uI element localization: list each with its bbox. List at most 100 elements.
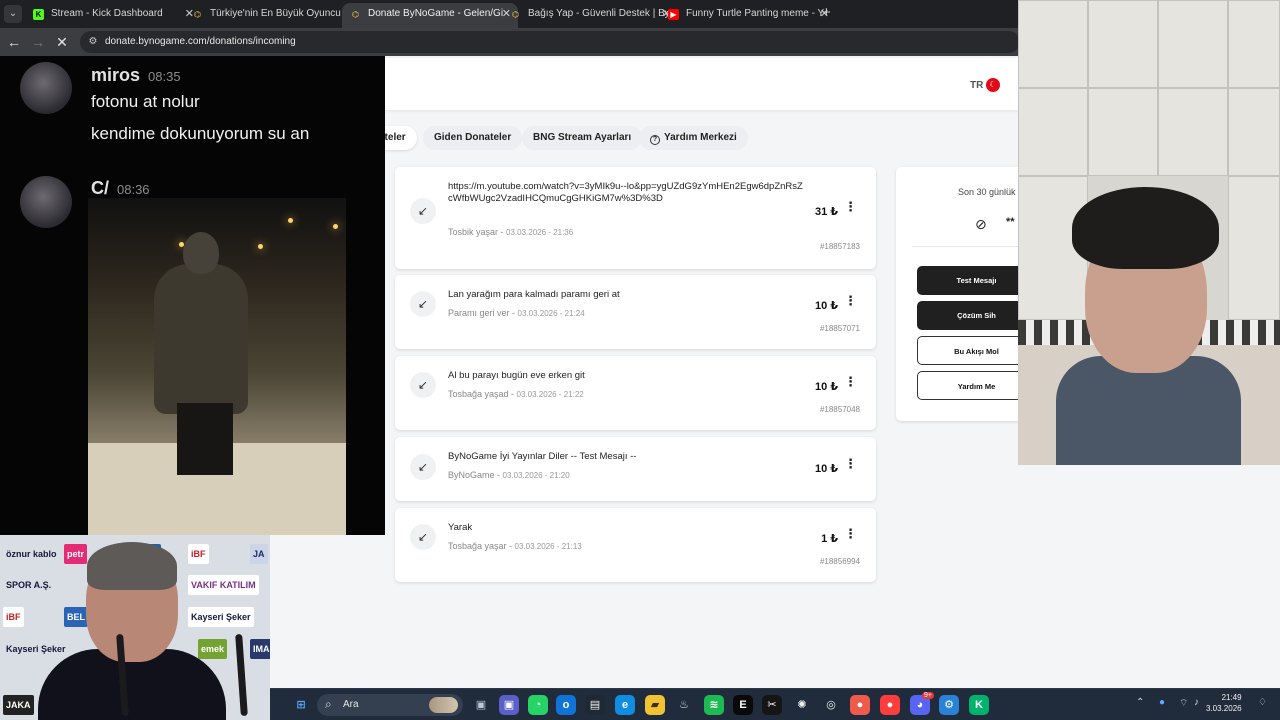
folder-icon[interactable]: ▰ [645, 695, 665, 715]
edge-icon[interactable]: e [615, 695, 635, 715]
more-options-icon[interactable]: ⋮ [844, 375, 857, 388]
stats-label: Son 30 günlük [958, 187, 1016, 197]
epic-games-icon[interactable]: E [733, 695, 753, 715]
wifi-icon[interactable]: ⌔ [1179, 697, 1188, 710]
donation-meta: Tosbik yaşar - 03.03.2026 - 21:36 [448, 227, 574, 237]
chat-message-line: fotonu at nolur [91, 92, 200, 111]
more-options-icon[interactable]: ⋮ [844, 294, 857, 307]
taskbar-time: 21:49 [1221, 693, 1242, 702]
stop-loading-button[interactable]: ✕ [53, 33, 71, 51]
chat-overlay: miros 08:35 fotonu at nolur kendime dokun… [0, 56, 385, 535]
tab-outgoing-donations[interactable]: Giden Donateler [423, 126, 523, 150]
tab-bng-stream-settings[interactable]: BNG Stream Ayarları [522, 126, 643, 150]
sponsor-logo: JAKA [3, 695, 34, 715]
microphone-icon[interactable]: ● [1159, 697, 1165, 708]
tab-help-center[interactable]: ? Yardım Merkezi [639, 126, 748, 150]
url-text: donate.bynogame.com/donations/incoming [105, 36, 296, 47]
donation-id: #18857048 [819, 405, 860, 414]
donation-date: 03.03.2026 - 21:20 [502, 471, 570, 480]
outlook-icon[interactable]: o [556, 695, 576, 715]
teams-icon[interactable]: ▣ [499, 695, 519, 715]
taskbar-clock[interactable]: 21:49 3.03.2026 [1206, 692, 1242, 714]
donation-message: Yarak [448, 522, 473, 533]
donation-card[interactable]: ↙ Lan yarağım para kalmadı paramı geri a… [395, 275, 876, 349]
tab-donate-bynogame[interactable]: ⌬ Donate ByNoGame - Gelen/Gi ✕ [342, 3, 518, 28]
turkey-flag-icon[interactable]: ☾ [986, 78, 1000, 92]
kick-icon: K [33, 9, 44, 20]
sponsor-logo: SPOR A.Ş. [6, 580, 52, 590]
whatsapp-icon[interactable]: ◔ [528, 695, 548, 715]
new-tab-button[interactable]: + [822, 4, 831, 21]
wall-tile [1018, 0, 1088, 88]
chat-username: miros 08:35 [91, 65, 181, 86]
site-settings-icon[interactable]: ⚙ [86, 35, 100, 49]
chat-username-text: C/ [91, 178, 109, 198]
hidden-stats-value: ** [1006, 216, 1015, 228]
incoming-arrow-icon: ↙ [410, 198, 436, 224]
donation-card[interactable]: ↙ ByNoGame İyi Yayınlar Diler -- Test Me… [395, 437, 876, 501]
tab-youtube[interactable]: ▶ Funny Turtle Panting meme - Y ✕ [660, 3, 836, 28]
incoming-arrow-icon: ↙ [410, 454, 436, 480]
store-icon[interactable]: ▤ [585, 695, 605, 715]
settings-app-icon[interactable]: ⚙ [939, 695, 959, 715]
sponsor-logo: Kayseri Şeker [188, 607, 254, 627]
donation-card[interactable]: ↙ Yarak Tosbağa yaşar - 03.03.2026 - 21:… [395, 508, 876, 582]
forward-button[interactable]: → [29, 33, 47, 51]
taskbar-search-label: Ara [343, 699, 359, 710]
donation-sender: ByNoGame [448, 470, 495, 480]
chat-time: 08:36 [117, 182, 150, 197]
chat-username-text: miros [91, 65, 141, 85]
address-bar[interactable]: ⚙ donate.bynogame.com/donations/incoming [80, 31, 1020, 53]
tab-bagis-yap[interactable]: ⌬ Bağış Yap - Güvenli Destek | By ✕ [502, 3, 678, 28]
chrome-profile-icon[interactable]: ● [880, 695, 900, 715]
tray-expand-icon[interactable]: ⌃ [1136, 697, 1144, 708]
eye-off-icon[interactable]: ⊘ [975, 216, 987, 233]
taskbar-date: 3.03.2026 [1206, 704, 1242, 713]
donation-meta: Paramı geri ver - 03.03.2026 - 21:24 [448, 308, 585, 318]
press-conference-overlay: öznur kablo petr oy iBF JA SPOR A.Ş. VAK… [0, 535, 270, 720]
tab-title: Türkiye'nin En Büyük Oyuncu D [210, 8, 351, 19]
person-hood [183, 232, 219, 274]
screen: ⌄ K Stream - Kick Dashboard ✕ ⌬ Türkiye'… [0, 0, 1280, 720]
steam-icon[interactable]: ♨ [674, 695, 694, 715]
tab-kick-dashboard[interactable]: K Stream - Kick Dashboard ✕ [25, 3, 201, 28]
language-selector[interactable]: TR [970, 80, 983, 91]
kick-app-icon[interactable]: K [969, 695, 989, 715]
donation-message: Al bu parayı bugün eve erken git [448, 370, 585, 381]
sponsor-logo: emek [198, 639, 228, 659]
donation-card[interactable]: ↙ Al bu parayı bugün eve erken git Tosba… [395, 356, 876, 430]
tab-search-button[interactable]: ⌄ [4, 5, 22, 23]
donation-id: #18856994 [819, 557, 860, 566]
chrome-icon[interactable]: ● [850, 695, 870, 715]
notification-icon[interactable]: ♢ [1258, 697, 1267, 708]
wall-tile [1228, 176, 1280, 320]
windows-taskbar: ⊞ ⌕ Ara ▣ ▣ ◔ o ▤ e ▰ ♨ ≋ E ✂ ✺ ◎ ● ● ◕ … [270, 688, 1280, 720]
spotify-icon[interactable]: ≋ [704, 695, 724, 715]
capcut-icon[interactable]: ✂ [762, 695, 782, 715]
tab-title: Donate ByNoGame - Gelen/Gi [368, 8, 504, 19]
back-button[interactable]: ← [5, 33, 23, 51]
sponsor-logo: öznur kablo [6, 549, 57, 559]
windows-start-icon[interactable]: ⊞ [291, 695, 311, 715]
more-options-icon[interactable]: ⋮ [844, 200, 857, 213]
chatgpt-icon[interactable]: ✺ [792, 695, 812, 715]
task-view-icon[interactable]: ▣ [471, 695, 491, 715]
tab-bynogame-home[interactable]: ⌬ Türkiye'nin En Büyük Oyuncu D ✕ [184, 3, 360, 28]
wall-tile [1158, 0, 1228, 88]
sponsor-logo: Kayseri Şeker [6, 644, 66, 654]
volume-icon[interactable]: ♪ [1194, 697, 1199, 708]
more-options-icon[interactable]: ⋮ [844, 457, 857, 470]
donation-sender: Paramı geri ver [448, 308, 510, 318]
discord-notification-badge: 9+ [922, 692, 934, 699]
donation-card[interactable]: ↙ https://m.youtube.com/watch?v=3yMIk9u-… [395, 167, 876, 269]
street-light [288, 218, 293, 223]
incoming-arrow-icon: ↙ [410, 524, 436, 550]
tab-title: Stream - Kick Dashboard [51, 8, 163, 19]
obs-icon[interactable]: ◎ [821, 695, 841, 715]
taskbar-search[interactable]: ⌕ Ara [317, 694, 463, 716]
more-options-icon[interactable]: ⋮ [844, 527, 857, 540]
donation-id: #18857071 [819, 324, 860, 333]
donation-message: Lan yarağım para kalmadı paramı geri at [448, 289, 620, 300]
donation-message: https://m.youtube.com/watch?v=3yMIk9u--l… [448, 181, 803, 204]
wall-tile [1018, 88, 1088, 176]
